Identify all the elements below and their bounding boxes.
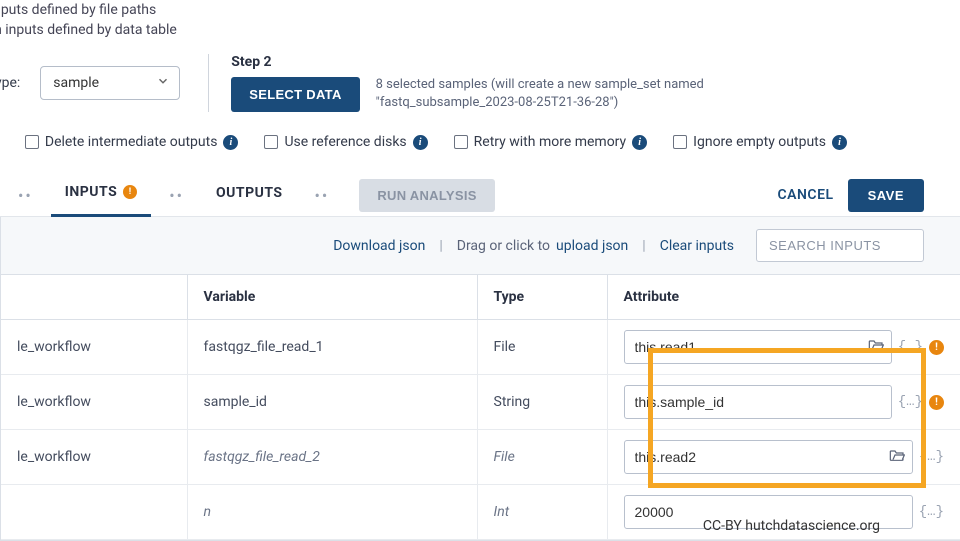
delete-intermediate-label: Delete intermediate outputs (45, 134, 218, 150)
cell-task (1, 485, 187, 540)
save-button[interactable]: SAVE (848, 179, 924, 212)
info-icon[interactable]: i (413, 135, 428, 150)
attribution: CC-BY hutchdatascience.org (703, 518, 880, 534)
folder-icon[interactable] (868, 338, 884, 356)
cell-variable: n (187, 485, 477, 540)
warning-icon: ! (929, 340, 944, 355)
config-line-1: with inputs defined by file paths (0, 0, 960, 20)
attribute-input[interactable] (624, 330, 892, 364)
entity-type-label: ntity type: (0, 75, 20, 91)
col-type: Type (477, 275, 607, 320)
download-json-link[interactable]: Download json (333, 238, 425, 254)
step2-description: 8 selected samples (will create a new sa… (376, 76, 816, 112)
cell-attribute: {…} (607, 430, 960, 485)
json-brackets-icon[interactable]: {…} (919, 449, 944, 465)
config-line-2: s) with inputs defined by data table (0, 20, 960, 40)
info-icon[interactable]: i (223, 135, 238, 150)
cell-variable: sample_id (187, 375, 477, 430)
delete-intermediate-checkbox[interactable] (25, 135, 39, 149)
select-data-button[interactable]: SELECT DATA (231, 77, 359, 112)
cell-task: le_workflow (1, 320, 187, 375)
cell-attribute: {…}! (607, 320, 960, 375)
info-icon[interactable]: i (832, 135, 847, 150)
ignore-empty-label: Ignore empty outputs (693, 134, 826, 150)
tab-outputs-label: OUTPUTS (216, 185, 283, 201)
cell-attribute: {…}! (607, 375, 960, 430)
search-inputs-input[interactable] (756, 229, 924, 262)
cell-type: File (477, 430, 607, 485)
json-brackets-icon[interactable]: {…} (898, 339, 923, 355)
attribute-input[interactable] (624, 440, 913, 474)
cell-type: Int (477, 485, 607, 540)
clear-inputs-link[interactable]: Clear inputs (660, 238, 734, 254)
retry-memory-label: Retry with more memory (474, 134, 627, 150)
use-reference-label: Use reference disks (284, 134, 406, 150)
ignore-empty-checkbox[interactable] (673, 135, 687, 149)
tab-outputs[interactable]: OUTPUTS (202, 175, 297, 215)
separator: | (431, 238, 450, 254)
entity-type-value: sample (53, 75, 99, 91)
retry-memory-checkbox[interactable] (454, 135, 468, 149)
cell-type: String (477, 375, 607, 430)
tab-inputs-label: INPUTS (65, 184, 117, 200)
attribute-input[interactable] (624, 385, 892, 419)
cell-task: le_workflow (1, 375, 187, 430)
cell-task: le_workflow (1, 430, 187, 485)
info-icon[interactable]: i (632, 135, 647, 150)
separator: | (634, 238, 653, 254)
upload-json-link[interactable]: upload json (556, 238, 628, 254)
col-variable: Variable (187, 275, 477, 320)
tab-overflow-left[interactable]: •• (0, 186, 51, 205)
cell-variable: fastqgz_file_read_1 (187, 320, 477, 375)
json-brackets-icon[interactable]: {…} (898, 394, 923, 410)
upload-prefix: Drag or click to (457, 238, 550, 254)
step2-label: Step 2 (231, 54, 815, 70)
run-analysis-button: RUN ANALYSIS (359, 179, 494, 212)
chevron-down-icon (156, 74, 170, 92)
table-row: le_workflowsample_idString{…}! (1, 375, 960, 430)
cell-type: File (477, 320, 607, 375)
tab-overflow[interactable]: •• (297, 186, 348, 205)
use-reference-checkbox[interactable] (264, 135, 278, 149)
warning-icon: ! (929, 395, 944, 410)
table-row: le_workflowfastqgz_file_read_2File {…} (1, 430, 960, 485)
folder-icon[interactable] (889, 448, 905, 466)
inputs-table: Variable Type Attribute le_workflowfastq… (1, 274, 960, 540)
tab-overflow[interactable]: •• (151, 186, 202, 205)
warning-icon: ! (123, 185, 137, 199)
table-row: le_workflowfastqgz_file_read_1File{…}! (1, 320, 960, 375)
json-brackets-icon[interactable]: {…} (919, 504, 944, 520)
cancel-button[interactable]: CANCEL (778, 187, 834, 203)
tab-inputs[interactable]: INPUTS ! (51, 174, 151, 217)
cell-variable: fastqgz_file_read_2 (187, 430, 477, 485)
col-attribute: Attribute (607, 275, 960, 320)
col-task (1, 275, 187, 320)
